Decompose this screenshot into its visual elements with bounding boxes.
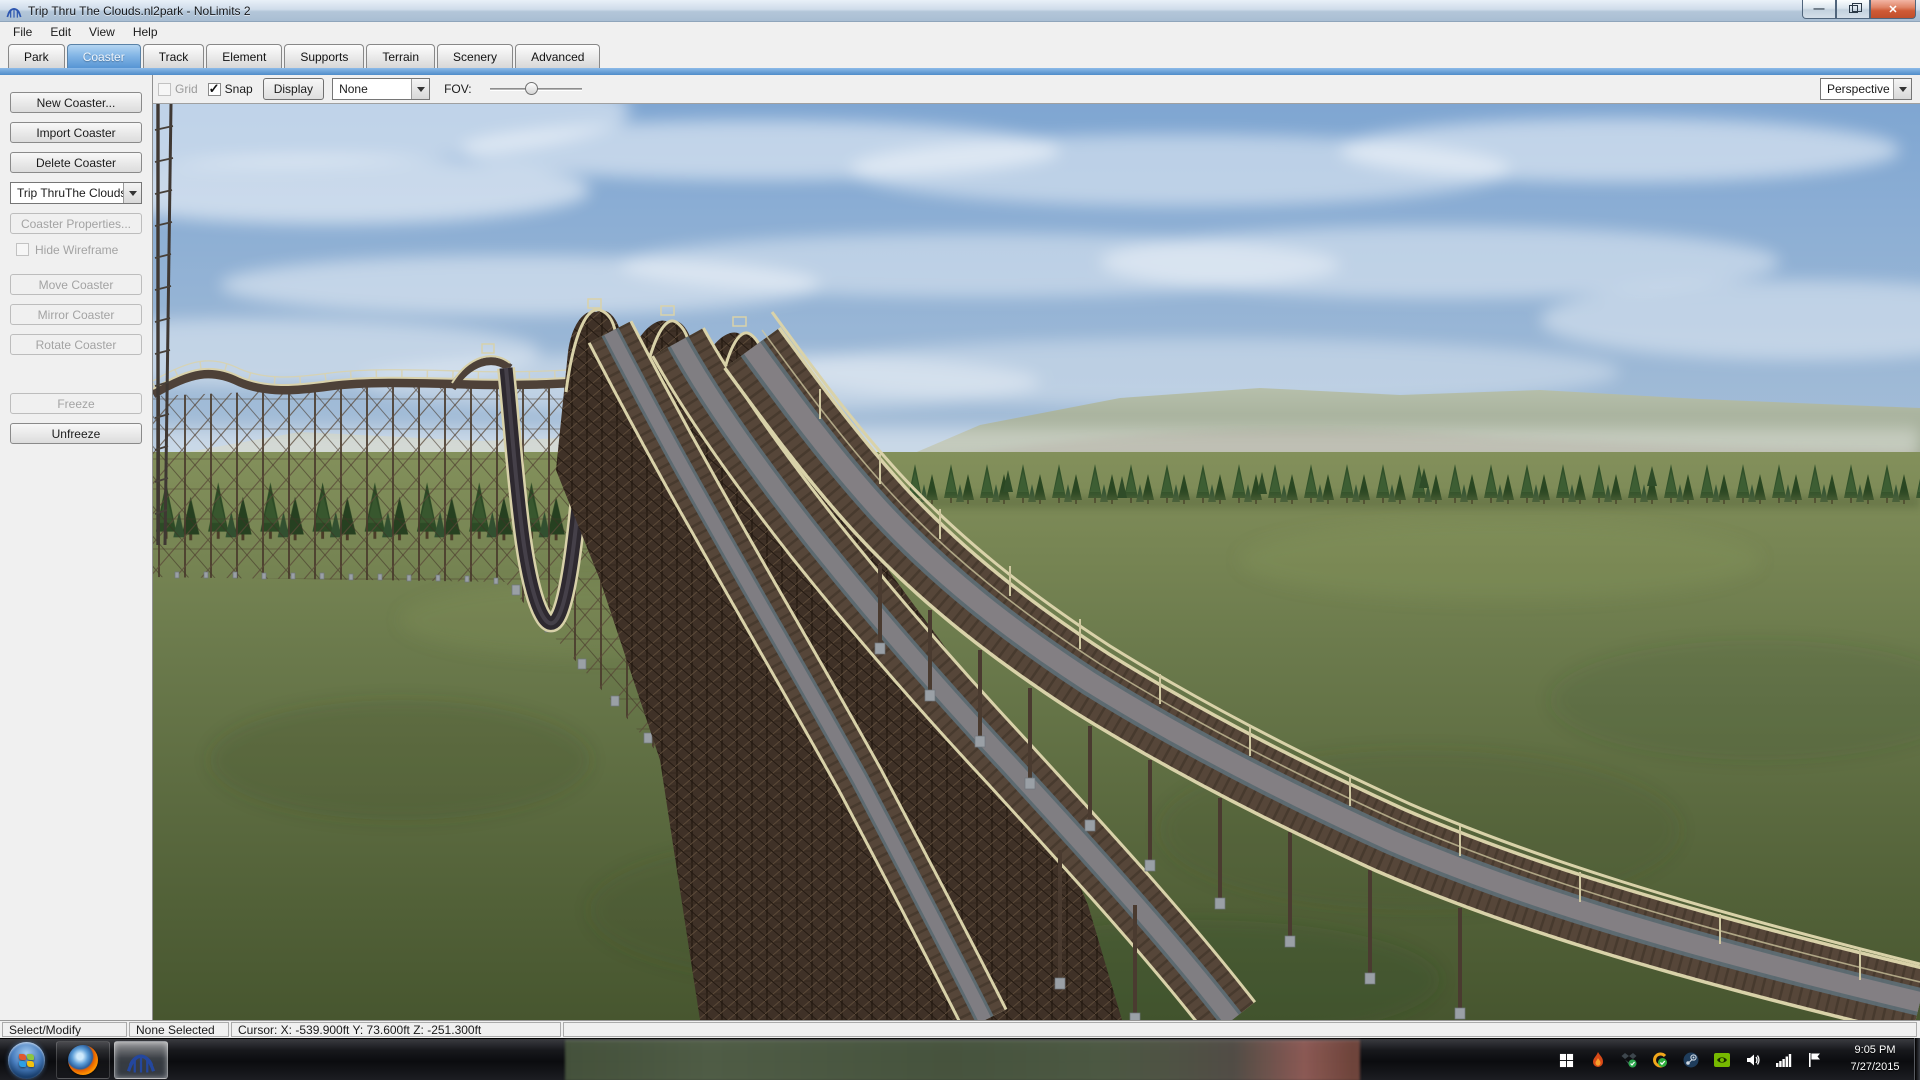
chevron-down-icon[interactable]	[1893, 79, 1911, 99]
clock-date: 7/27/2015	[1840, 1059, 1910, 1076]
grid-label: Grid	[175, 82, 198, 96]
fov-slider[interactable]	[490, 82, 582, 96]
hide-wireframe-checkbox	[16, 243, 29, 256]
nolimits2-icon	[126, 1045, 156, 1075]
taskbar-glass-reflection	[565, 1040, 1360, 1080]
flame-icon[interactable]	[1589, 1052, 1606, 1069]
tab-element[interactable]: Element	[206, 44, 282, 68]
tab-bar: Park Coaster Track Element Supports Terr…	[0, 42, 1920, 68]
coaster-properties-button: Coaster Properties...	[10, 213, 142, 234]
status-selection: None Selected	[129, 1022, 229, 1037]
app-icon	[6, 3, 22, 19]
volume-icon[interactable]	[1744, 1052, 1761, 1069]
minimize-button[interactable]: —	[1802, 0, 1836, 19]
tab-coaster[interactable]: Coaster	[67, 44, 141, 68]
tab-accent-strip	[0, 68, 1920, 75]
network-icon[interactable]	[1775, 1052, 1792, 1069]
delete-coaster-button[interactable]: Delete Coaster	[10, 152, 142, 173]
restore-icon	[1849, 5, 1858, 13]
windows-logo-icon	[19, 1054, 35, 1068]
mode-dropdown[interactable]: None	[332, 78, 430, 100]
taskbar-clock[interactable]: 9:05 PM 7/27/2015	[1840, 1042, 1910, 1076]
close-button[interactable]: ✕	[1870, 0, 1916, 19]
status-bar: Select/Modify None Selected Cursor: X: -…	[0, 1020, 1920, 1038]
viewport-toolbar: Grid Snap Display None FOV: Perspective	[153, 75, 1920, 104]
menu-edit[interactable]: Edit	[41, 23, 80, 41]
window-title: Trip Thru The Clouds.nl2park - NoLimits …	[28, 4, 251, 18]
display-button[interactable]: Display	[263, 78, 324, 100]
import-coaster-button[interactable]: Import Coaster	[10, 122, 142, 143]
new-coaster-button[interactable]: New Coaster...	[10, 92, 142, 113]
chevron-down-icon[interactable]	[411, 79, 429, 99]
hide-wireframe-label: Hide Wireframe	[35, 243, 118, 257]
nolimits2-window: Trip Thru The Clouds.nl2park - NoLimits …	[0, 0, 1920, 1080]
menu-help[interactable]: Help	[124, 23, 167, 41]
move-coaster-button: Move Coaster	[10, 274, 142, 295]
tab-terrain[interactable]: Terrain	[366, 44, 435, 68]
restore-button[interactable]	[1836, 0, 1870, 19]
status-empty	[563, 1022, 1917, 1037]
taskbar-nolimits2-button[interactable]	[114, 1041, 168, 1079]
projection-dropdown[interactable]: Perspective	[1820, 78, 1912, 100]
status-mode: Select/Modify	[2, 1022, 127, 1037]
title-bar[interactable]: Trip Thru The Clouds.nl2park - NoLimits …	[0, 0, 1920, 22]
action-center-flag-icon[interactable]	[1806, 1052, 1823, 1069]
clock-time: 9:05 PM	[1840, 1042, 1910, 1059]
windows-corner-icon[interactable]	[1558, 1052, 1575, 1069]
coaster-select-dropdown[interactable]: Trip ThruThe Clouds	[10, 182, 142, 204]
3d-viewport[interactable]	[153, 104, 1920, 1020]
chevron-down-icon[interactable]	[123, 183, 141, 203]
nvidia-icon[interactable]	[1713, 1052, 1730, 1069]
tab-park[interactable]: Park	[8, 44, 65, 68]
steam-icon[interactable]	[1682, 1052, 1699, 1069]
tab-track[interactable]: Track	[143, 44, 205, 68]
firefox-icon	[68, 1045, 98, 1075]
tab-advanced[interactable]: Advanced	[515, 44, 600, 68]
menu-view[interactable]: View	[80, 23, 124, 41]
status-cursor-coordinates: Cursor: X: -539.900ft Y: 73.600ft Z: -25…	[231, 1022, 561, 1037]
unfreeze-button[interactable]: Unfreeze	[10, 423, 142, 444]
taskbar-firefox-button[interactable]	[56, 1041, 110, 1079]
rotate-coaster-button: Rotate Coaster	[10, 334, 142, 355]
fov-slider-thumb[interactable]	[525, 82, 538, 95]
fov-label: FOV:	[444, 82, 472, 96]
tab-supports[interactable]: Supports	[284, 44, 364, 68]
freeze-button: Freeze	[10, 393, 142, 414]
snap-checkbox[interactable]	[208, 83, 221, 96]
menu-bar: File Edit View Help	[0, 22, 1920, 42]
show-desktop-button[interactable]	[1914, 1038, 1920, 1080]
update-check-icon[interactable]	[1651, 1052, 1668, 1069]
dropbox-icon[interactable]	[1620, 1052, 1637, 1069]
start-button[interactable]	[8, 1042, 45, 1079]
coaster-sidebar: New Coaster... Import Coaster Delete Coa…	[0, 75, 153, 1020]
taskbar: 9:05 PM 7/27/2015	[0, 1038, 1920, 1080]
menu-file[interactable]: File	[4, 23, 41, 41]
snap-label: Snap	[225, 82, 253, 96]
mirror-coaster-button: Mirror Coaster	[10, 304, 142, 325]
tab-scenery[interactable]: Scenery	[437, 44, 513, 68]
grid-checkbox	[158, 83, 171, 96]
